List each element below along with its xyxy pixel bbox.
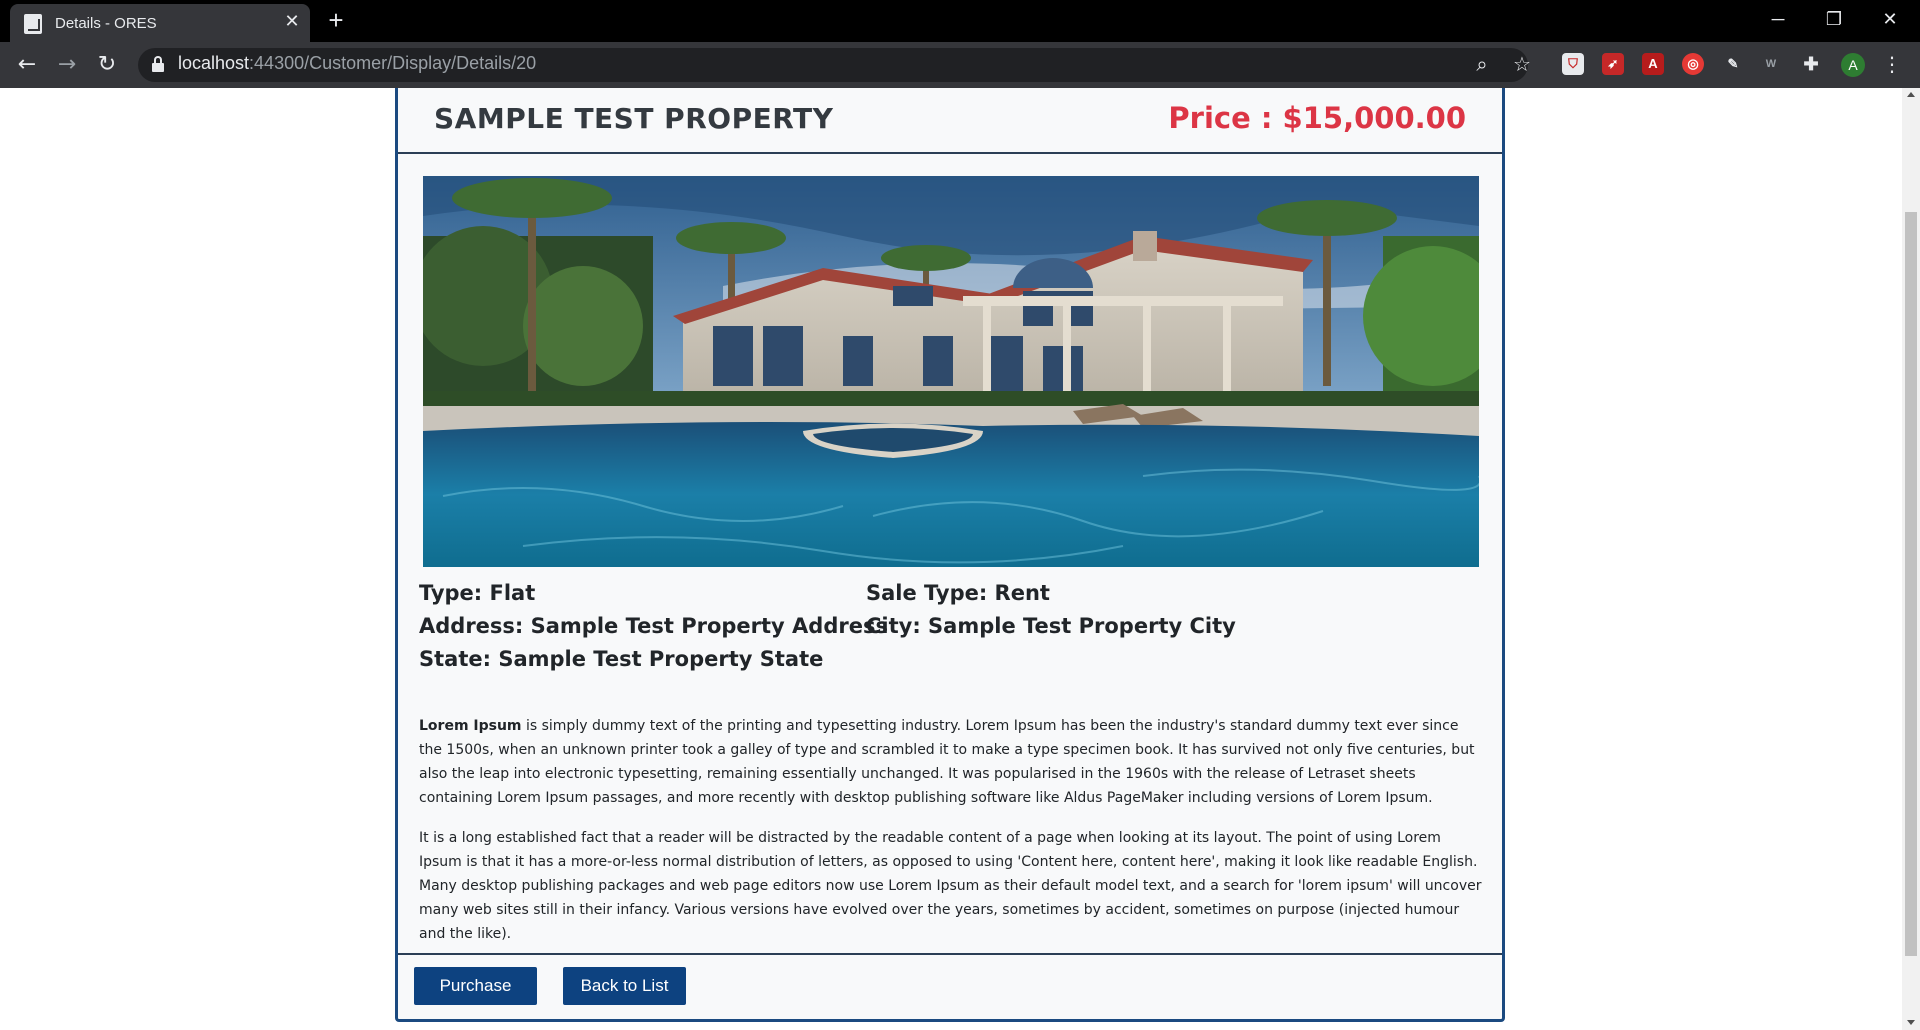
- description-p1-text: is simply dummy text of the printing and…: [419, 718, 1475, 806]
- lastpass-extension-icon[interactable]: ◎: [1682, 53, 1704, 75]
- property-city: City: Sample Test Property City: [866, 614, 1236, 638]
- web-extension-icon[interactable]: W: [1760, 53, 1782, 75]
- property-title: SAMPLE TEST PROPERTY: [434, 102, 834, 135]
- minimize-window-icon[interactable]: ─: [1750, 0, 1806, 40]
- description-paragraph-1: Lorem Ipsum is simply dummy text of the …: [419, 714, 1484, 810]
- pen-extension-icon[interactable]: ✎: [1722, 53, 1744, 75]
- bookmark-star-icon[interactable]: ☆: [1510, 52, 1534, 76]
- property-price: Price : $15,000.00: [1168, 101, 1466, 135]
- new-tab-icon[interactable]: +: [322, 6, 350, 34]
- page-favicon-icon: [24, 14, 42, 34]
- reload-icon[interactable]: ↻: [92, 50, 122, 80]
- pocket-extension-icon[interactable]: ⛉: [1562, 53, 1584, 75]
- property-sale-type: Sale Type: Rent: [866, 581, 1050, 605]
- scroll-up-arrow-icon[interactable]: [1907, 92, 1915, 97]
- scrollbar-thumb[interactable]: [1905, 212, 1917, 956]
- red-extension-icon[interactable]: ➶: [1602, 53, 1624, 75]
- scroll-down-arrow-icon[interactable]: [1907, 1020, 1915, 1025]
- property-photo: [423, 176, 1479, 567]
- page-viewport: SAMPLE TEST PROPERTY Price : $15,000.00: [0, 88, 1902, 1030]
- lock-icon[interactable]: [152, 56, 164, 72]
- profile-avatar[interactable]: A: [1841, 53, 1865, 77]
- close-tab-icon[interactable]: ✕: [280, 10, 304, 34]
- restore-window-icon[interactable]: ❐: [1806, 0, 1862, 40]
- purchase-button[interactable]: Purchase: [414, 967, 537, 1005]
- back-to-list-button[interactable]: Back to List: [563, 967, 686, 1005]
- page-scrollbar[interactable]: [1902, 88, 1920, 1030]
- zoom-icon[interactable]: ⌕: [1470, 52, 1494, 76]
- forward-arrow-icon[interactable]: →: [52, 50, 82, 80]
- url-host: localhost: [178, 53, 250, 73]
- browser-tab[interactable]: Details - ORES ✕: [10, 4, 310, 42]
- property-type: Type: Flat: [419, 581, 536, 605]
- description-paragraph-2: It is a long established fact that a rea…: [419, 830, 1482, 942]
- property-details-card: SAMPLE TEST PROPERTY Price : $15,000.00: [395, 88, 1505, 1022]
- close-window-icon[interactable]: ✕: [1862, 0, 1918, 40]
- browser-menu-icon[interactable]: ⋮: [1880, 52, 1904, 76]
- card-footer: Purchase Back to List: [398, 953, 1502, 1019]
- property-address: Address: Sample Test Property Address: [419, 614, 888, 638]
- card-header: SAMPLE TEST PROPERTY Price : $15,000.00: [398, 88, 1502, 154]
- url-path: :44300/Customer/Display/Details/20: [249, 53, 537, 73]
- browser-tab-strip: Details - ORES ✕ + ─ ❐ ✕: [0, 0, 1920, 42]
- property-description: Lorem Ipsum is simply dummy text of the …: [419, 714, 1484, 962]
- description-lead: Lorem Ipsum: [419, 718, 522, 734]
- tab-title: Details - ORES: [55, 15, 157, 32]
- property-state: State: Sample Test Property State: [419, 647, 824, 671]
- extensions-puzzle-icon[interactable]: ✚: [1800, 53, 1822, 75]
- pdf-extension-icon[interactable]: A: [1642, 53, 1664, 75]
- back-arrow-icon[interactable]: ←: [12, 50, 42, 80]
- url-text[interactable]: localhost:44300/Customer/Display/Details…: [178, 53, 536, 74]
